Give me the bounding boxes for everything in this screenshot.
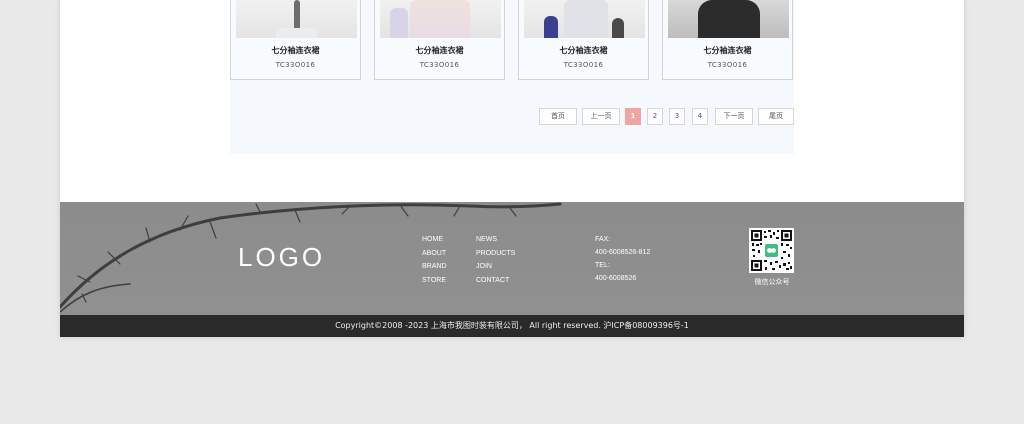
page-3-button[interactable]: 3 [669, 108, 685, 125]
first-page-button[interactable]: 首页 [539, 108, 577, 125]
tel-number: 400-6008526 [595, 275, 637, 282]
qr-code-icon [749, 228, 794, 273]
nav-news[interactable]: NEWS [476, 233, 515, 247]
copyright-bar: Copyright©2008 -2023 上海市我图时装有限公司， All ri… [60, 315, 964, 337]
nav-brand[interactable]: BRAND [422, 260, 447, 274]
product-card[interactable]: 七分袖连衣裙 TC33O016 [662, 0, 793, 80]
fax-number: 400-6008526-812 [595, 249, 651, 256]
contact-info: FAX: 400-6008526-812 TEL: 400-6008526 [595, 233, 650, 285]
page-4-button[interactable]: 4 [692, 108, 708, 125]
fax-label: FAX: [595, 236, 611, 243]
next-page-button[interactable]: 下一页 [715, 108, 753, 125]
product-image[interactable] [380, 0, 501, 38]
product-code: TC33O016 [419, 61, 460, 69]
product-card[interactable]: 七分袖连衣裙 TC33O016 [230, 0, 361, 80]
product-code: TC33O016 [275, 61, 316, 69]
footer-nav-primary: HOME ABOUT BRAND STORE [422, 233, 447, 287]
nav-products[interactable]: PRODUCTS [476, 247, 515, 261]
product-name[interactable]: 七分袖连衣裙 [375, 45, 504, 56]
product-name[interactable]: 七分袖连衣裙 [663, 45, 792, 56]
nav-store[interactable]: STORE [422, 274, 447, 288]
product-section: 七分袖连衣裙 TC33O016 七分袖连衣裙 TC33O016 七分袖连衣裙 T… [230, 0, 794, 154]
last-page-button[interactable]: 尾页 [758, 108, 794, 125]
tel-label: TEL: [595, 262, 610, 269]
product-image[interactable] [524, 0, 645, 38]
copyright-text: Copyright©2008 -2023 上海市我图时装有限公司， All ri… [335, 321, 689, 330]
footer-logo[interactable]: LOGO [238, 242, 325, 273]
product-name[interactable]: 七分袖连衣裙 [519, 45, 648, 56]
nav-about[interactable]: ABOUT [422, 247, 447, 261]
footer: LOGO HOME ABOUT BRAND STORE NEWS PRODUCT… [60, 202, 964, 315]
product-grid: 七分袖连衣裙 TC33O016 七分袖连衣裙 TC33O016 七分袖连衣裙 T… [230, 0, 794, 82]
product-code: TC33O016 [707, 61, 748, 69]
product-image[interactable] [668, 0, 789, 38]
prev-page-button[interactable]: 上一页 [582, 108, 620, 125]
page-1-button[interactable]: 1 [625, 108, 641, 125]
nav-join[interactable]: JOIN [476, 260, 515, 274]
product-image[interactable] [236, 0, 357, 38]
product-code: TC33O016 [563, 61, 604, 69]
footer-nav-secondary: NEWS PRODUCTS JOIN CONTACT [476, 233, 515, 287]
pagination: 首页 上一页 1 2 3 4 下一页 尾页 [230, 108, 794, 125]
product-card[interactable]: 七分袖连衣裙 TC33O016 [518, 0, 649, 80]
product-card[interactable]: 七分袖连衣裙 TC33O016 [374, 0, 505, 80]
nav-home[interactable]: HOME [422, 233, 447, 247]
nav-contact[interactable]: CONTACT [476, 274, 515, 288]
product-name[interactable]: 七分袖连衣裙 [231, 45, 360, 56]
qr-label: 微信公众号 [754, 278, 790, 286]
page-2-button[interactable]: 2 [647, 108, 663, 125]
